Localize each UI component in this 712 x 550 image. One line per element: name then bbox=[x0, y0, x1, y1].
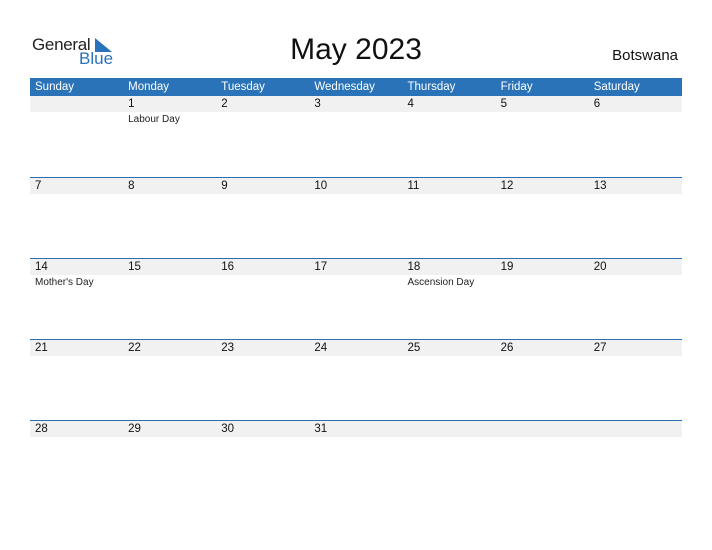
day-cell: 20 bbox=[589, 259, 682, 339]
day-number: 12 bbox=[500, 180, 514, 192]
country-label: Botswana bbox=[612, 47, 678, 64]
day-cell: 25 bbox=[403, 340, 496, 420]
day-number: 17 bbox=[314, 261, 328, 273]
day-number: 23 bbox=[221, 342, 235, 354]
day-cell: 18 Ascension Day bbox=[403, 259, 496, 339]
day-cell: 16 bbox=[216, 259, 309, 339]
day-cell: 19 bbox=[496, 259, 589, 339]
day-number: 2 bbox=[221, 98, 228, 110]
day-cell bbox=[403, 421, 496, 501]
weekday-saturday: Saturday bbox=[593, 81, 640, 93]
day-number: 18 bbox=[407, 261, 421, 273]
day-number: 3 bbox=[314, 98, 321, 110]
calendar-grid: Sunday Monday Tuesday Wednesday Thursday… bbox=[30, 78, 682, 501]
day-cell: 29 bbox=[123, 421, 216, 501]
day-cell: 2 bbox=[216, 96, 309, 177]
day-number: 21 bbox=[35, 342, 48, 354]
day-cell: 23 bbox=[216, 340, 309, 420]
day-number: 28 bbox=[35, 423, 48, 435]
week-row: 21 22 23 24 25 26 27 bbox=[30, 339, 682, 420]
day-number: 24 bbox=[314, 342, 328, 354]
week-row: 14 Mother's Day 15 16 17 18 Ascension Day 19 20 bbox=[30, 258, 682, 339]
day-number: 15 bbox=[128, 261, 141, 273]
weekday-monday: Monday bbox=[128, 81, 170, 93]
holiday-label: Ascension Day bbox=[407, 277, 475, 288]
week-cells: 28 29 30 31 bbox=[30, 421, 682, 501]
week-row: 28 29 30 31 bbox=[30, 420, 682, 501]
day-number: 14 bbox=[35, 261, 48, 273]
week-cells: 1 Labour Day 2 3 4 5 6 bbox=[30, 96, 682, 177]
week-cells: 21 22 23 24 25 26 27 bbox=[30, 340, 682, 420]
day-number: 20 bbox=[593, 261, 607, 273]
day-number: 19 bbox=[500, 261, 514, 273]
day-cell: 1 Labour Day bbox=[123, 96, 216, 177]
day-cell: 6 bbox=[589, 96, 682, 177]
day-cell: 15 bbox=[123, 259, 216, 339]
week-row: 1 Labour Day 2 3 4 5 6 bbox=[30, 96, 682, 177]
day-number: 5 bbox=[500, 98, 508, 110]
week-row: 7 8 9 10 11 12 13 bbox=[30, 177, 682, 258]
day-number: 25 bbox=[407, 342, 421, 354]
day-cell: 31 bbox=[309, 421, 402, 501]
day-number: 10 bbox=[314, 180, 328, 192]
day-cell: 12 bbox=[496, 178, 589, 258]
day-number: 30 bbox=[221, 423, 235, 435]
day-cell: 11 bbox=[403, 178, 496, 258]
weekday-tuesday: Tuesday bbox=[221, 81, 265, 93]
holiday-label: Labour Day bbox=[128, 114, 180, 125]
week-cells: 7 8 9 10 11 12 13 bbox=[30, 178, 682, 258]
day-cell: 13 bbox=[589, 178, 682, 258]
day-cell: 3 bbox=[309, 96, 402, 177]
day-number: 11 bbox=[407, 180, 420, 192]
day-number: 1 bbox=[128, 98, 135, 110]
day-cell: 28 bbox=[30, 421, 123, 501]
day-cell: 17 bbox=[309, 259, 402, 339]
weekday-thursday: Thursday bbox=[407, 81, 456, 93]
day-cell bbox=[589, 421, 682, 501]
day-cell: 14 Mother's Day bbox=[30, 259, 123, 339]
weekday-header: Sunday Monday Tuesday Wednesday Thursday… bbox=[30, 78, 682, 96]
day-number: 22 bbox=[128, 342, 141, 354]
day-cell bbox=[496, 421, 589, 501]
day-cell: 8 bbox=[123, 178, 216, 258]
day-number: 8 bbox=[128, 180, 135, 192]
day-cell bbox=[30, 96, 123, 177]
weekday-sunday: Sunday bbox=[35, 81, 75, 93]
weeks-container: 1 Labour Day 2 3 4 5 6 7 8 9 10 11 12 13 14 Mother's Da… bbox=[30, 96, 682, 501]
day-number: 13 bbox=[593, 180, 607, 192]
day-number: 4 bbox=[407, 98, 414, 110]
day-cell: 22 bbox=[123, 340, 216, 420]
day-cell: 9 bbox=[216, 178, 309, 258]
day-cell: 7 bbox=[30, 178, 123, 258]
day-number: 27 bbox=[593, 342, 607, 354]
day-number: 29 bbox=[128, 423, 141, 435]
day-cell: 10 bbox=[309, 178, 402, 258]
day-cell: 27 bbox=[589, 340, 682, 420]
week-cells: 14 Mother's Day 15 16 17 18 Ascension Day 19 20 bbox=[30, 259, 682, 339]
day-cell: 21 bbox=[30, 340, 123, 420]
day-number: 6 bbox=[593, 98, 601, 110]
day-number: 7 bbox=[35, 180, 42, 192]
day-number: 16 bbox=[221, 261, 235, 273]
day-cell: 5 bbox=[496, 96, 589, 177]
day-cell: 4 bbox=[403, 96, 496, 177]
weekday-wednesday: Wednesday bbox=[314, 81, 375, 93]
calendar-title: May 2023 bbox=[290, 33, 422, 66]
holiday-label: Mother's Day bbox=[35, 277, 94, 288]
day-cell: 24 bbox=[309, 340, 402, 420]
weekday-friday: Friday bbox=[500, 81, 533, 93]
day-number: 26 bbox=[500, 342, 514, 354]
day-number: 31 bbox=[314, 423, 328, 435]
day-number: 9 bbox=[221, 180, 228, 192]
day-cell: 30 bbox=[216, 421, 309, 501]
day-cell: 26 bbox=[496, 340, 589, 420]
